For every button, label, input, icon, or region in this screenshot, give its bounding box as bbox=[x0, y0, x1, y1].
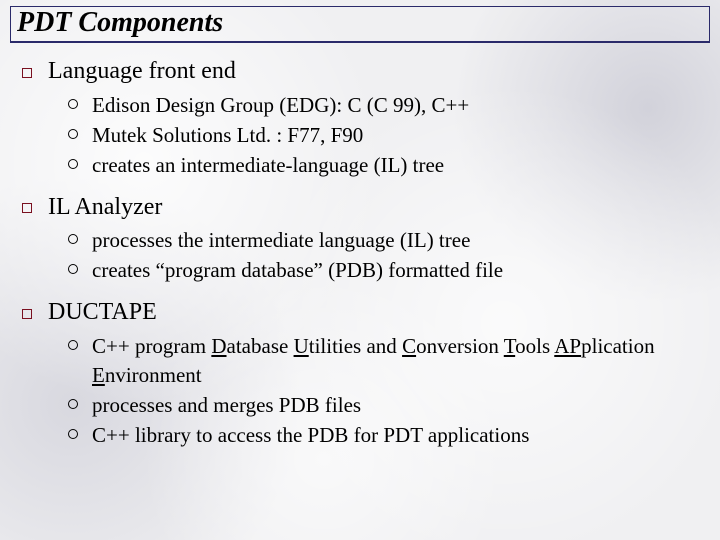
bullet-level2: C++ program Database Utilities and Conve… bbox=[68, 332, 708, 390]
circle-bullet-icon bbox=[68, 391, 92, 420]
slide-title-bar: PDT Components bbox=[10, 6, 710, 43]
sub-list: Edison Design Group (EDG): C (C 99), C++… bbox=[22, 91, 708, 187]
slide-title: PDT Components bbox=[17, 7, 701, 39]
bullet-text: creates an intermediate-language (IL) tr… bbox=[92, 151, 708, 180]
circle-bullet-icon bbox=[68, 91, 92, 120]
bullet-text: processes and merges PDB files bbox=[92, 391, 708, 420]
bullet-level2: processes the intermediate language (IL)… bbox=[68, 226, 708, 255]
slide-body: Language front end Edison Design Group (… bbox=[10, 55, 710, 457]
bullet-text: creates “program database” (PDB) formatt… bbox=[92, 256, 708, 285]
square-bullet-icon bbox=[22, 296, 48, 330]
bullet-text: Mutek Solutions Ltd. : F77, F90 bbox=[92, 121, 708, 150]
square-bullet-icon bbox=[22, 191, 48, 225]
bullet-level1: IL Analyzer bbox=[22, 191, 708, 225]
bullet-level1: DUCTAPE bbox=[22, 296, 708, 330]
circle-bullet-icon bbox=[68, 121, 92, 150]
sub-list: processes the intermediate language (IL)… bbox=[22, 226, 708, 292]
bullet-level1: Language front end bbox=[22, 55, 708, 89]
circle-bullet-icon bbox=[68, 256, 92, 285]
bullet-level2: Mutek Solutions Ltd. : F77, F90 bbox=[68, 121, 708, 150]
bullet-level2: Edison Design Group (EDG): C (C 99), C++ bbox=[68, 91, 708, 120]
bullet-text: Language front end bbox=[48, 55, 236, 89]
sub-list: C++ program Database Utilities and Conve… bbox=[22, 332, 708, 457]
bullet-text: Edison Design Group (EDG): C (C 99), C++ bbox=[92, 91, 708, 120]
bullet-text: C++ program Database Utilities and Conve… bbox=[92, 332, 708, 390]
circle-bullet-icon bbox=[68, 151, 92, 180]
bullet-level2: creates “program database” (PDB) formatt… bbox=[68, 256, 708, 285]
bullet-text: processes the intermediate language (IL)… bbox=[92, 226, 708, 255]
circle-bullet-icon bbox=[68, 421, 92, 450]
circle-bullet-icon bbox=[68, 332, 92, 390]
bullet-level2: C++ library to access the PDB for PDT ap… bbox=[68, 421, 708, 450]
bullet-text: IL Analyzer bbox=[48, 191, 162, 225]
bullet-text: C++ library to access the PDB for PDT ap… bbox=[92, 421, 708, 450]
bullet-level2: processes and merges PDB files bbox=[68, 391, 708, 420]
bullet-text: DUCTAPE bbox=[48, 296, 157, 330]
square-bullet-icon bbox=[22, 55, 48, 89]
bullet-level2: creates an intermediate-language (IL) tr… bbox=[68, 151, 708, 180]
circle-bullet-icon bbox=[68, 226, 92, 255]
